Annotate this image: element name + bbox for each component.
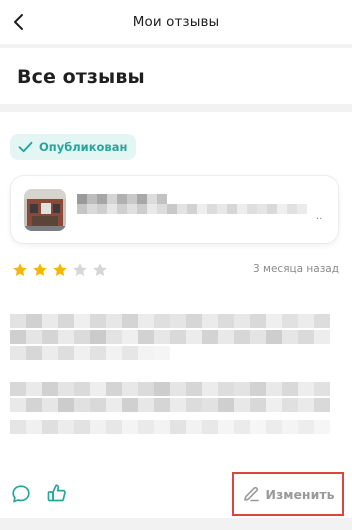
status-badge: Опубликован (10, 134, 137, 160)
checkmark-icon (18, 141, 33, 153)
review-actions: Изменить (0, 472, 352, 518)
review-date: 3 месяца назад (253, 263, 339, 275)
top-bar: Мои отзывы (0, 0, 352, 44)
chevron-left-icon (14, 14, 23, 30)
star-icon (53, 263, 67, 276)
status-label: Опубликован (39, 140, 128, 154)
comment-button[interactable] (10, 483, 32, 505)
rating-stars (12, 262, 108, 278)
thumbs-up-icon (47, 484, 66, 502)
bottom-divider (0, 518, 352, 530)
star-icon (73, 263, 87, 276)
product-name-redacted: .. (77, 194, 322, 222)
back-button[interactable] (6, 9, 32, 35)
product-card[interactable]: .. (10, 175, 339, 244)
product-ellipsis: .. (316, 211, 322, 222)
comment-icon (12, 485, 30, 503)
edit-button[interactable]: Изменить (232, 472, 344, 516)
page-title: Мои отзывы (132, 14, 220, 30)
section-title: Все отзывы (17, 66, 145, 88)
star-icon (13, 263, 27, 276)
edit-button-label: Изменить (265, 486, 335, 502)
like-button[interactable] (46, 482, 68, 504)
pencil-icon (243, 486, 259, 502)
review-text-redacted (10, 308, 340, 458)
star-icon (93, 263, 107, 276)
review-card: Опубликован .. 3 месяца назад Изменить (0, 112, 352, 518)
star-icon (33, 263, 47, 276)
section-header: Все отзывы (0, 48, 352, 104)
product-thumbnail (24, 189, 66, 231)
